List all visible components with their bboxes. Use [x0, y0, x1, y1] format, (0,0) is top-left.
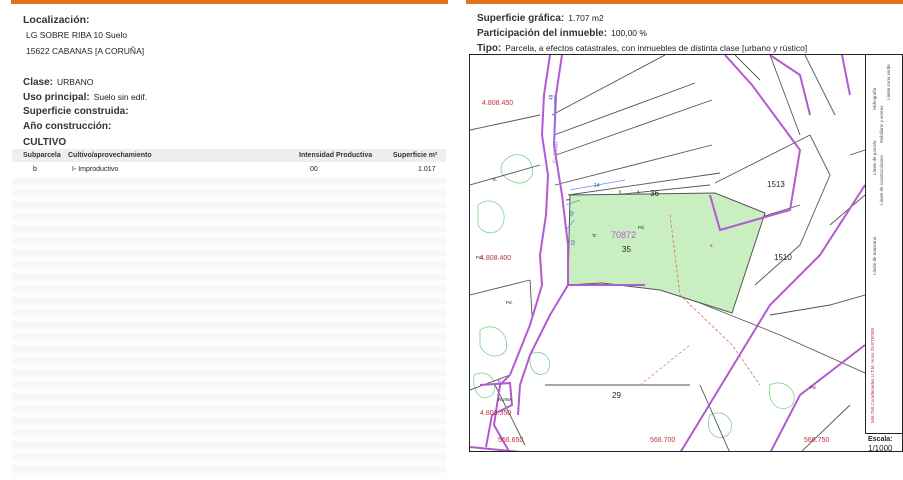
legend-mobiliario: Mobiliario y aceras	[879, 105, 884, 143]
small-label-pd-1: Pd.	[638, 225, 645, 230]
legend-hidrografia: Hidrografía	[872, 87, 877, 110]
orange-top-bar	[11, 0, 448, 4]
cadastral-map[interactable]: 4.808.450 4.808.400 4.808.350 566.650 56…	[469, 54, 903, 452]
cell-cultivo: I- Improductivo	[72, 166, 119, 173]
parcel-35-fill	[567, 192, 766, 314]
coord-y-label-2: 4.808.400	[480, 255, 512, 262]
table-row: b I- Improductivo 00 1.017	[12, 163, 446, 177]
header-superficie: Superficie m²	[393, 152, 438, 159]
legend-limite-construcciones: Límite de construcciones	[879, 155, 884, 205]
empty-table-area	[12, 178, 446, 478]
cell-intensidad: 00	[310, 166, 318, 173]
parcel-number-1510: 1510	[774, 253, 792, 262]
scale-value: 1/1000	[868, 444, 893, 452]
road-number-18: 18	[548, 94, 555, 101]
legend-limite-manzana: Límite de manzana	[872, 236, 877, 275]
coord-y-label-1: 4.808.450	[482, 100, 514, 107]
localizacion-label: Localización:	[23, 14, 90, 26]
road-number-6: 6	[498, 379, 501, 385]
header-cultivo: Cultivo/aprovechamiento	[68, 152, 152, 159]
anio-label: Año construcción:	[23, 121, 112, 132]
header-intensidad: Intensidad Productiva	[299, 152, 373, 159]
parcel-number-36: 36	[650, 189, 659, 198]
coord-x-label-3: 566.750	[804, 437, 830, 444]
clase-value: URBANO	[57, 77, 94, 87]
participacion-value: 100,00 %	[611, 28, 647, 38]
cell-superficie: 1.017	[418, 166, 436, 173]
scale-box: Escala: 1/1000	[865, 433, 902, 452]
address-line-1: LG SOBRE RIBA 10 Suelo	[26, 30, 128, 40]
anio-row: Año construcción:	[23, 116, 111, 134]
legend-limite-parcela: Límite de parcela	[872, 140, 877, 175]
small-label-ruina: RUINA	[498, 397, 513, 402]
scale-label: Escala:	[868, 436, 893, 443]
small-label-pd-3: Pd.	[506, 300, 513, 305]
small-label-tc-2: Tc	[592, 233, 597, 238]
road-number-14: 14	[594, 183, 600, 189]
parcel-number-1513: 1513	[767, 180, 785, 189]
address-line-2: 15622 CABANAS [A CORUÑA]	[26, 46, 145, 56]
coord-x-label-2: 566.700	[650, 437, 676, 444]
header-subparcela: Subparcela	[23, 152, 61, 159]
orange-top-bar	[466, 0, 903, 4]
small-label-a: a	[710, 243, 713, 248]
property-info-panel: Localización: LG SOBRE RIBA 10 Suelo 156…	[11, 0, 448, 480]
coord-y-label-3: 4.808.350	[480, 410, 512, 417]
road-number-12: 12	[570, 239, 577, 247]
parcel-ref-label: 70872	[611, 230, 637, 240]
small-label-pd-2: Pd.	[476, 255, 483, 260]
legend-zona-verde: Límite zona verde	[886, 64, 891, 100]
small-label-tc-1: Tc	[492, 177, 497, 182]
cultivo-table-header: Subparcela Cultivo/aprovechamiento Inten…	[12, 149, 446, 162]
cultivo-title: CULTIVO	[23, 137, 67, 148]
map-legend: Límite de parcela Límite de construccion…	[865, 55, 902, 451]
cell-subparcela: b	[33, 166, 37, 173]
parcel-number-35: 35	[622, 245, 631, 254]
superficie-grafica-value: 1.707 m2	[568, 13, 604, 23]
cadastral-map-panel: Superficie gráfica: 1.707 m2 Participació…	[466, 0, 903, 480]
small-label-pd-4: Pd.	[810, 385, 817, 390]
map-canvas	[470, 55, 865, 451]
coordinate-system-label: 566.750 Coordenadas U.T.M. Huso 29 ETRS8…	[870, 327, 875, 423]
parcel-number-29: 29	[612, 391, 621, 400]
tipo-value: Parcela, a efectos catastrales, con inmu…	[505, 43, 808, 53]
coord-x-label-1: 566.650	[498, 437, 524, 444]
tipo-label: Tipo:	[477, 43, 502, 54]
